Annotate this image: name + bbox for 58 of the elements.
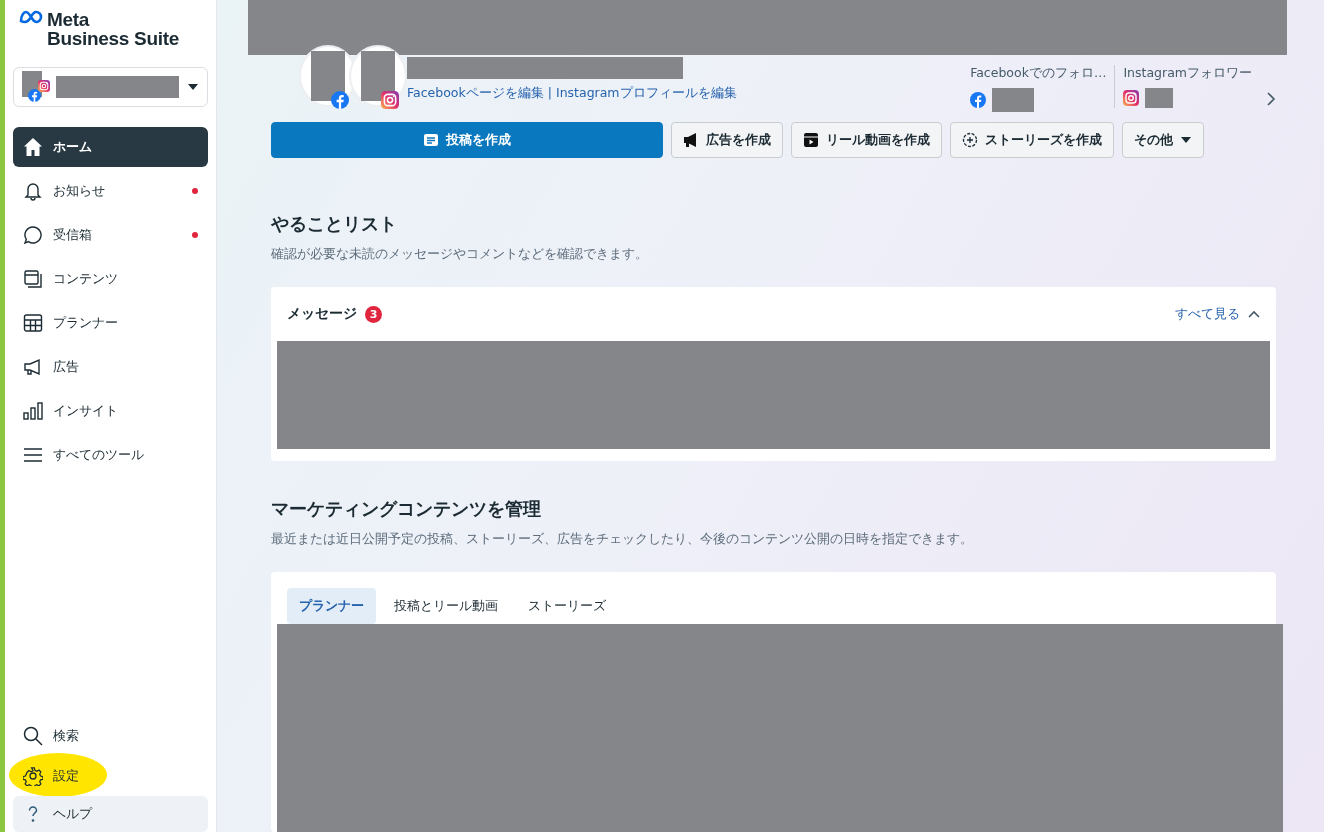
tab[interactable]: プランナー xyxy=(287,588,376,624)
section-subtitle: 最近または近日公開予定の投稿、ストーリーズ、広告をチェックしたり、今後のコンテンツ公開の日時を指定できます。 xyxy=(271,531,974,548)
home-icon xyxy=(23,137,43,157)
nav-item[interactable]: 受信箱 xyxy=(13,215,208,255)
logo-text: Meta Business Suite xyxy=(47,10,179,48)
tab[interactable]: 投稿とリール動画 xyxy=(382,588,510,624)
story-icon xyxy=(962,132,978,148)
settings-icon xyxy=(23,766,43,786)
see-all-link[interactable]: すべて見る xyxy=(1175,305,1240,323)
edit-link[interactable]: Facebookページを編集 xyxy=(407,85,544,102)
count-badge: 3 xyxy=(365,305,382,323)
instagram-icon xyxy=(1123,90,1140,106)
card-title: メッセージ xyxy=(287,305,357,323)
nav-item[interactable]: コンテンツ xyxy=(13,259,208,299)
edit-link[interactable]: Instagramプロフィールを編集 xyxy=(555,85,737,102)
redacted-block xyxy=(1145,88,1174,108)
section-title: マーケティングコンテンツを管理 xyxy=(271,497,542,521)
nav-item[interactable]: お知らせ xyxy=(13,171,208,211)
nav-item[interactable]: 設定 xyxy=(13,756,208,796)
caret-icon xyxy=(1180,136,1192,144)
chat-bubble-icon xyxy=(23,225,43,245)
redacted-block xyxy=(992,88,1035,112)
facebook-icon xyxy=(970,92,987,108)
account-switcher[interactable] xyxy=(13,67,208,107)
calendar-icon xyxy=(23,313,43,333)
megaphone-icon xyxy=(683,132,699,148)
nav-item[interactable]: インサイト xyxy=(13,391,208,431)
separator-text: | xyxy=(547,85,552,102)
nav-item[interactable]: ホーム xyxy=(13,127,208,167)
section-subtitle: 確認が必要な未読のメッセージやコメントなどを確認できます。 xyxy=(271,246,649,263)
chevron-up-icon[interactable] xyxy=(1248,310,1260,318)
section-title: やることリスト xyxy=(271,212,398,236)
chevron-right-icon[interactable] xyxy=(1266,90,1276,107)
clapperboard-icon xyxy=(803,132,819,148)
nav-item[interactable]: プランナー xyxy=(13,303,208,343)
action-button[interactable]: リール動画を作成 xyxy=(791,122,942,158)
follower-label: Facebookでのフォロ… xyxy=(970,65,1107,82)
action-button[interactable]: その他 xyxy=(1122,122,1204,158)
nav-item[interactable]: すべてのツール xyxy=(13,435,208,475)
action-button[interactable]: ストーリーズを作成 xyxy=(950,122,1114,158)
post-icon xyxy=(423,132,439,148)
nav-item[interactable]: ヘルプ xyxy=(13,796,208,832)
menu-icon xyxy=(23,445,43,465)
megaphone-icon xyxy=(23,357,43,377)
bar-chart-icon xyxy=(23,401,43,421)
nav-item[interactable]: 検索 xyxy=(13,716,208,756)
meta-logo-icon xyxy=(19,10,43,24)
content-icon xyxy=(23,269,43,289)
action-button[interactable]: 投稿を作成 xyxy=(271,122,663,158)
search-icon xyxy=(23,726,43,746)
instagram-icon xyxy=(38,80,50,92)
follower-label: Instagramフォロワー xyxy=(1123,65,1252,82)
bell-icon xyxy=(23,181,43,201)
caret-icon xyxy=(187,83,199,91)
tab[interactable]: ストーリーズ xyxy=(516,588,618,624)
action-button[interactable]: 広告を作成 xyxy=(671,122,783,158)
nav-item[interactable]: 広告 xyxy=(13,347,208,387)
facebook-icon xyxy=(28,89,41,102)
